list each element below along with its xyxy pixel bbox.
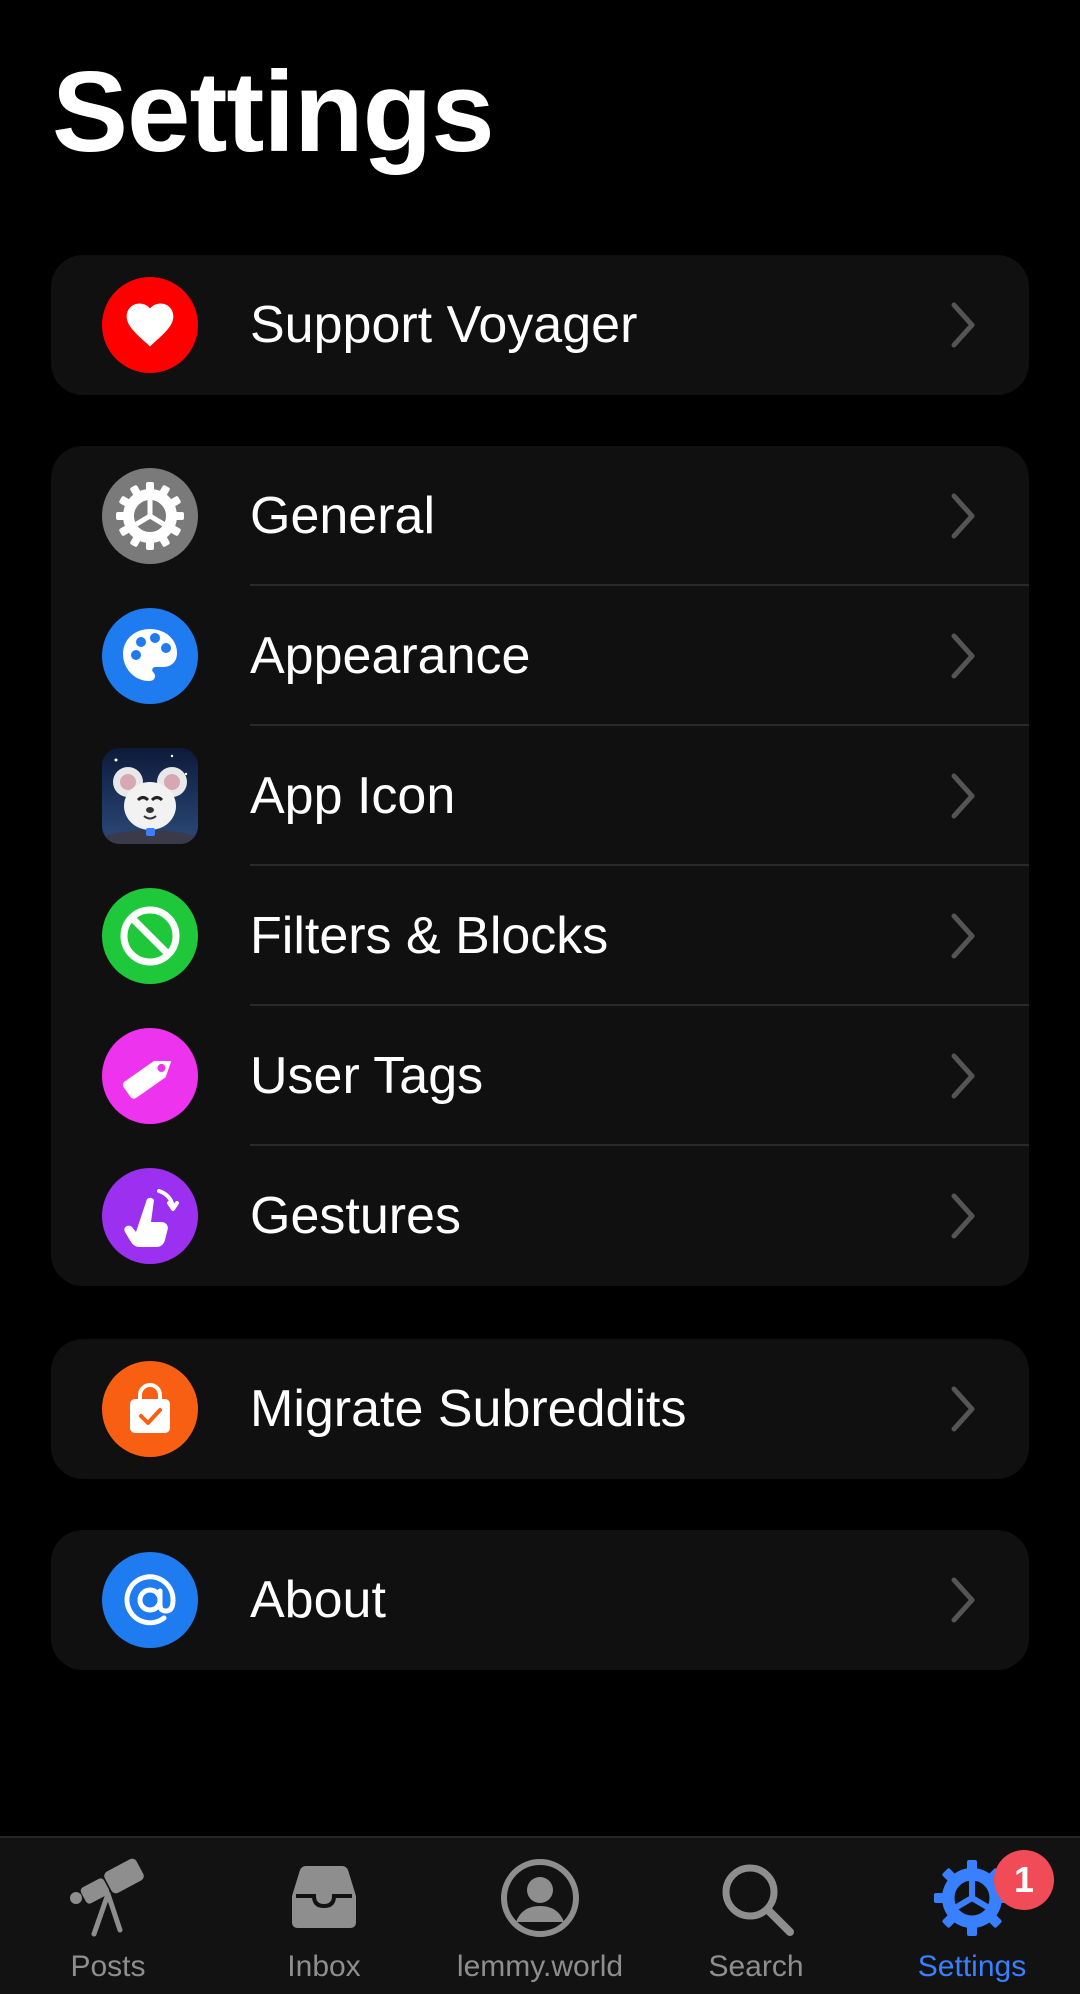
settings-item-label: Filters & Blocks [250,907,609,965]
tab-search[interactable]: Search [648,1838,864,1994]
settings-item-appearance[interactable]: Appearance [51,586,1029,726]
settings-item-label: Migrate Subreddits [250,1380,687,1438]
chevron-right-icon [951,913,975,959]
chevron-right-icon [951,1193,975,1239]
chevron-right-icon [951,493,975,539]
settings-item-user-tags[interactable]: User Tags [51,1006,1029,1146]
settings-item-migrate-subreddits[interactable]: Migrate Subreddits [51,1339,1029,1479]
gear-icon [102,468,198,564]
settings-group-main: General Appearance App Icon Filters & Bl… [51,446,1029,1286]
telescope-icon [70,1858,144,1937]
settings-item-label: Appearance [250,627,531,685]
at-sign-icon [102,1552,198,1648]
chevron-right-icon [951,633,975,679]
palette-icon [102,608,198,704]
chevron-right-icon [951,1053,975,1099]
settings-item-filters-blocks[interactable]: Filters & Blocks [51,866,1029,1006]
notification-badge: 1 [994,1850,1054,1910]
tag-icon [102,1028,198,1124]
chevron-right-icon [951,773,975,819]
settings-item-label: Support Voyager [250,296,638,354]
settings-item-label: General [250,487,435,545]
settings-item-about[interactable]: About [51,1530,1029,1670]
heart-icon [102,277,198,373]
hand-swipe-icon [102,1168,198,1264]
tab-inbox[interactable]: Inbox [216,1838,432,1994]
app-icon-thumbnail [102,748,198,844]
chevron-right-icon [951,1577,975,1623]
settings-item-app-icon[interactable]: App Icon [51,726,1029,866]
shopping-bag-check-icon [102,1361,198,1457]
tab-lemmy-world[interactable]: lemmy.world [432,1838,648,1994]
tab-settings[interactable]: 1 Settings [864,1838,1080,1994]
settings-item-support-voyager[interactable]: Support Voyager [51,255,1029,395]
tab-label: Settings [917,1950,1027,1983]
settings-group-migrate: Migrate Subreddits [51,1339,1029,1479]
chevron-right-icon [951,302,975,348]
tab-bar: Posts Inbox lemmy.world Search 1 Setting… [0,1836,1080,1994]
settings-item-label: User Tags [250,1047,484,1105]
block-icon [102,888,198,984]
page-title: Settings [52,49,495,176]
inbox-tray-icon [292,1866,356,1928]
chevron-right-icon [951,1386,975,1432]
settings-item-label: About [250,1571,386,1629]
settings-item-label: App Icon [250,767,456,825]
settings-group-about: About [51,1530,1029,1670]
settings-group-support: Support Voyager [51,255,1029,395]
tab-posts[interactable]: Posts [0,1838,216,1994]
settings-item-label: Gestures [250,1187,461,1245]
person-circle-icon [501,1859,579,1937]
settings-item-general[interactable]: General [51,446,1029,586]
search-icon [722,1864,794,1936]
settings-item-gestures[interactable]: Gestures [51,1146,1029,1286]
